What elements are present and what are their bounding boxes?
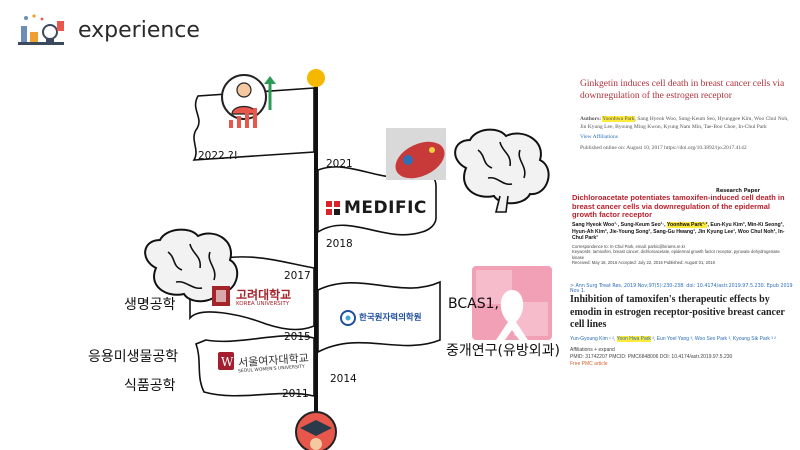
paper3-ids: PMID: 31742207 PMCID: PMC6848006 DOI: 10…	[570, 354, 733, 360]
paper1-authors-label: Authors:	[580, 116, 602, 122]
pole-top-ball	[307, 69, 325, 87]
paper3-citation[interactable]: > Ann Surg Treat Res. 2019 Nov;97(5):230…	[570, 284, 794, 294]
graduation-cap-icon	[295, 411, 337, 450]
paper3-free-article[interactable]: Free PMC article	[570, 361, 794, 368]
year-2022: 2022 ?!	[198, 150, 238, 162]
label-food-engineering: 식품공학	[124, 378, 176, 394]
kirams-text: 한국원자력의학원	[359, 313, 422, 323]
paper2-authors: Sang Hyeok Woo¹·, Sung-Keum Seo¹·, Yoonh…	[572, 222, 792, 242]
paper3-meta: Affiliations + expand PMID: 31742207 PMC…	[570, 347, 794, 368]
organ-illustration	[386, 128, 446, 180]
paper2-keywords: Keywords: tamoxifen, breast cancer, dich…	[572, 249, 780, 260]
paper3-author-highlight[interactable]: Yoon Hwa Park	[616, 336, 651, 342]
paper1-title: Ginkgetin induces cell death in breast c…	[580, 79, 785, 101]
paper1-view-affiliations[interactable]: View Affiliations	[580, 134, 790, 142]
paper2-title: Dichloroacetate potentiates tamoxifen-in…	[572, 193, 785, 219]
paper3-title: Inhibition of tamoxifen's therapeutic ef…	[570, 294, 785, 330]
paper3-affiliations[interactable]: Affiliations + expand	[570, 347, 794, 354]
paper2-dates: Received: May 18, 2016 Accepted: July 22…	[572, 260, 715, 266]
paper3-authors: Yun-Gyoung Kim ¹ ², Yoon Hwa Park ³, Eun…	[570, 336, 794, 343]
korea-university-en: KOREA UNIVERSITY	[236, 301, 290, 307]
korea-university-emblem	[212, 286, 230, 306]
paper1-authors: Authors: Yoonhwa Park, Sang Hyeok Woo, S…	[580, 116, 790, 131]
year-2017: 2017	[284, 270, 311, 282]
year-2015: 2015	[284, 331, 311, 343]
year-2021: 2021	[326, 158, 353, 170]
label-applied-microbiology: 응용미생물공학	[88, 349, 179, 365]
label-translational-research: 중개연구(유방외과)	[446, 343, 560, 359]
paper1-meta: Authors: Yoonhwa Park, Sang Hyeok Woo, S…	[580, 116, 790, 152]
paper3-authors-b[interactable]: ³, Eun Yoel Yang ³, Woo Seo Park ³, Kyou…	[651, 336, 776, 342]
year-2014: 2014	[330, 373, 357, 385]
svg-text:W: W	[221, 355, 234, 369]
paper2-meta: Correspondence to: In-Chul Park, email: …	[572, 244, 792, 266]
year-2018: 2018	[326, 238, 353, 250]
paper1-published: Published online on: August 10, 2017 htt…	[580, 144, 747, 151]
swu-emblem: W	[218, 352, 234, 370]
label-bcas1: BCAS1,	[448, 296, 499, 312]
brain-icon-right	[454, 128, 550, 213]
paper3-authors-a[interactable]: Yun-Gyoung Kim ¹ ²,	[570, 336, 617, 342]
medific-text: MEDIFIC	[344, 198, 427, 218]
label-bio-engineering: 생명공학	[124, 297, 176, 313]
paper1-author-highlight: Yoonhwa Park	[602, 116, 635, 122]
year-2011: 2011	[282, 388, 309, 400]
paper2-author-highlight: Yoonhwa Park¹·²	[666, 222, 708, 228]
paper2-authors-a: Sang Hyeok Woo¹·, Sung-Keum Seo¹·,	[572, 222, 667, 228]
